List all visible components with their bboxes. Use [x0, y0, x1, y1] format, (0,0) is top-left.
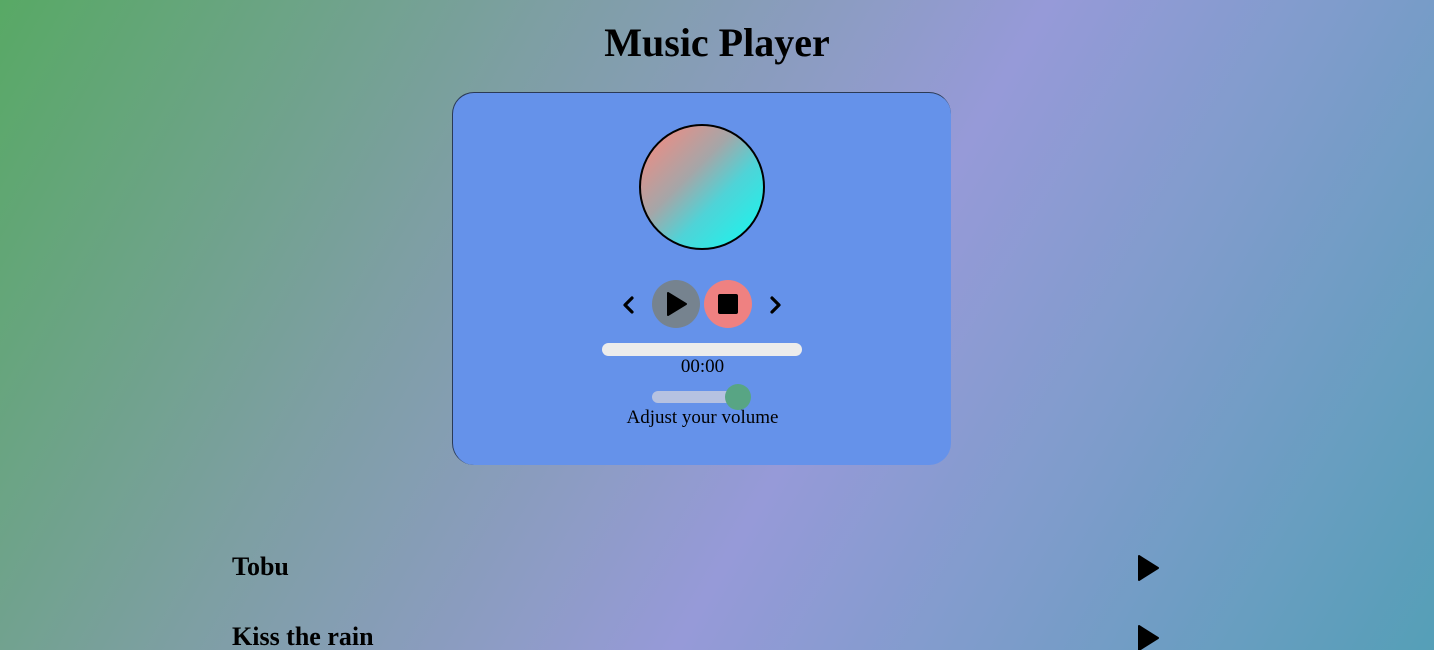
play-icon — [1138, 555, 1159, 581]
time-readout: 00:00 — [680, 356, 725, 377]
volume-slider[interactable] — [652, 384, 752, 410]
chevron-right-icon — [770, 296, 781, 314]
playlist-item[interactable]: Kiss the rain — [232, 610, 1172, 650]
song-title: Kiss the rain — [232, 622, 374, 650]
next-button[interactable] — [764, 292, 786, 318]
progress-bar[interactable] — [602, 343, 802, 356]
playlist-item[interactable]: Tobu — [232, 540, 1172, 610]
stop-button[interactable] — [704, 280, 752, 328]
stop-icon — [718, 294, 738, 314]
play-icon — [667, 292, 687, 316]
volume-label: Adjust your volume — [626, 407, 779, 428]
playlist: Tobu Kiss the rain — [232, 540, 1172, 650]
song-play-button[interactable] — [1134, 624, 1162, 650]
player-card: 00:00 Adjust your volume — [452, 92, 951, 465]
play-icon — [1138, 625, 1159, 650]
player-controls — [453, 279, 952, 331]
song-title: Tobu — [232, 552, 289, 581]
album-art — [639, 124, 765, 250]
play-button[interactable] — [652, 280, 700, 328]
page-title: Music Player — [604, 20, 830, 65]
song-play-button[interactable] — [1134, 554, 1162, 582]
chevron-left-icon — [623, 296, 634, 314]
previous-button[interactable] — [618, 292, 640, 318]
